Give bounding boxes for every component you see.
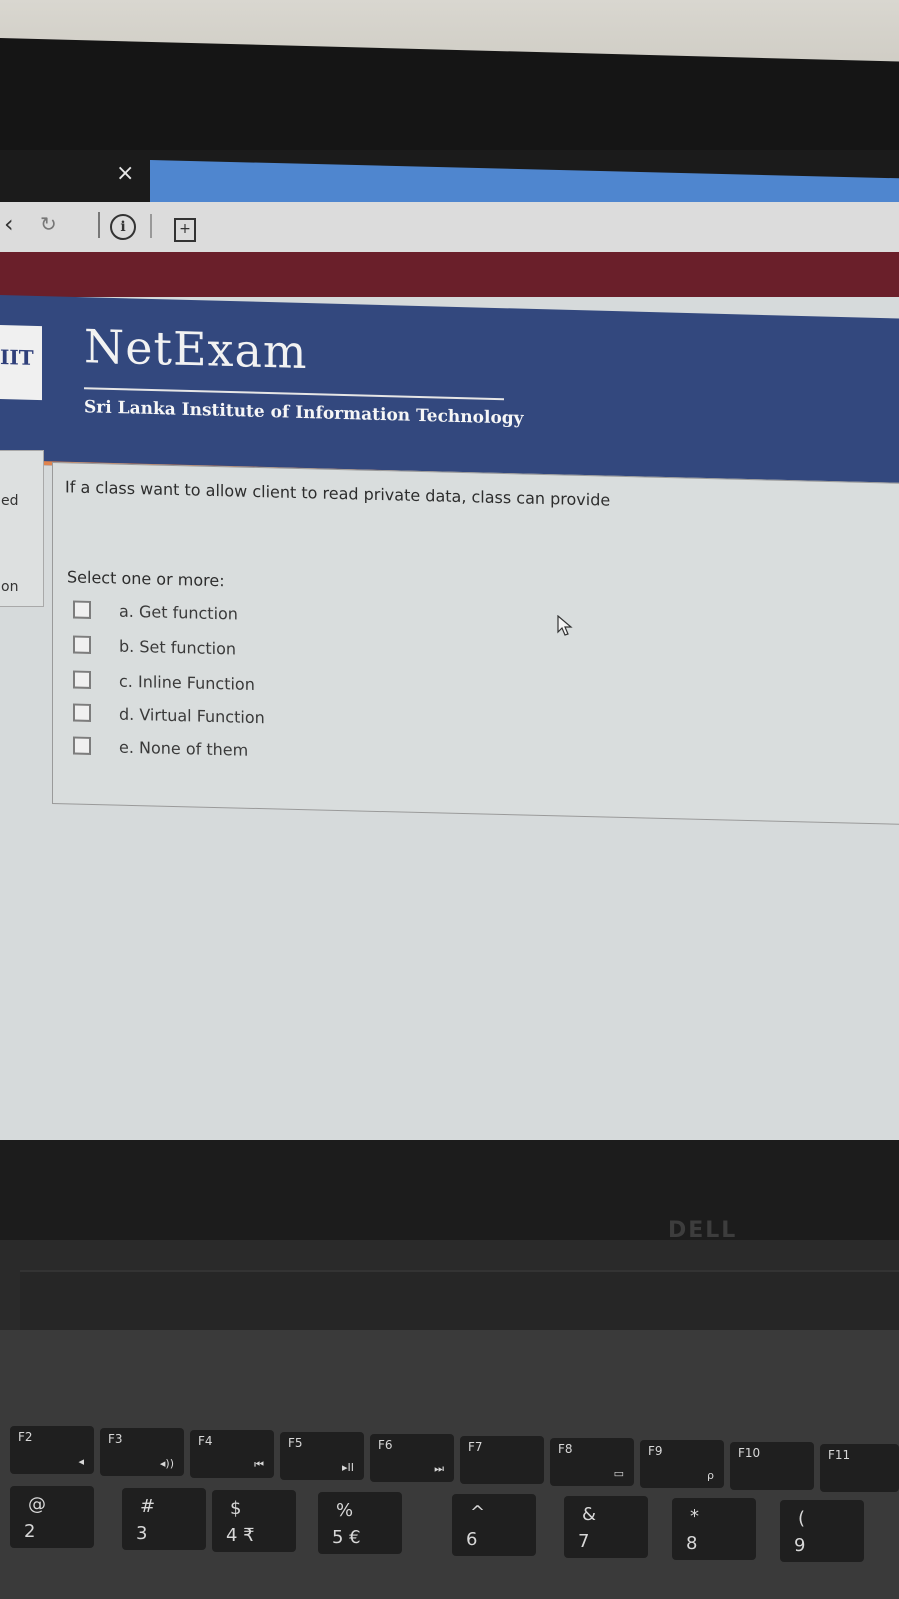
browser-tab-strip: ×	[0, 150, 899, 221]
answer-checkbox[interactable]	[73, 600, 91, 619]
key-label: F5	[288, 1436, 303, 1450]
key-symbol: @	[28, 1494, 46, 1515]
dell-logo: DELL	[668, 1218, 738, 1243]
answer-option-c[interactable]: c. Inline Function	[73, 668, 255, 696]
key-digit: 8	[686, 1533, 698, 1554]
answer-checkbox[interactable]	[73, 670, 91, 689]
key-9[interactable]: (9	[780, 1500, 864, 1562]
key-label: F2	[18, 1430, 33, 1444]
key-f11[interactable]: F11	[820, 1444, 899, 1492]
key-label: F8	[558, 1442, 573, 1456]
question-flag-label[interactable]: on	[1, 579, 18, 595]
toolbar-divider	[98, 212, 100, 238]
key-8[interactable]: * 8	[672, 1498, 756, 1560]
site-title: NetExam	[84, 319, 308, 380]
page-action-icon[interactable]: +	[174, 218, 196, 242]
key-symbol: (	[798, 1508, 806, 1529]
answer-option-e[interactable]: e. None of them	[73, 734, 248, 762]
key-label: F10	[738, 1446, 761, 1460]
laptop-screen: × ‹ ↻ i + IIT NetExam Sri Lanka Institut…	[0, 150, 899, 1150]
key-7[interactable]: & 7	[564, 1496, 648, 1558]
key-digit: 7	[578, 1531, 590, 1552]
answer-label: b. Set function	[119, 636, 237, 658]
answer-option-b[interactable]: b. Set function	[73, 633, 236, 661]
key-symbol: *	[690, 1506, 699, 1527]
select-prompt: Select one or more:	[67, 567, 225, 591]
previous-track-icon: ⏮	[254, 1458, 264, 1471]
key-f2[interactable]: F2 ◂	[10, 1426, 94, 1474]
key-2[interactable]: @2	[10, 1486, 94, 1548]
tab-close-icon[interactable]: ×	[116, 162, 134, 186]
logo-text: IIT	[0, 345, 34, 370]
answer-label: a. Get function	[119, 601, 238, 624]
volume-icon: ◂))	[159, 1457, 174, 1470]
key-4[interactable]: $4 ₹	[212, 1490, 296, 1552]
key-3[interactable]: #3	[122, 1488, 206, 1550]
browser-toolbar: ‹ ↻ i +	[0, 202, 899, 252]
key-label: F4	[198, 1434, 213, 1448]
key-label: F11	[828, 1448, 851, 1462]
key-digit: 4 ₹	[226, 1525, 255, 1546]
key-label: F6	[378, 1438, 393, 1452]
key-digit: 6	[466, 1529, 478, 1550]
key-f4[interactable]: F4 ⏮	[190, 1430, 274, 1478]
key-f8[interactable]: F8 ▭	[550, 1438, 634, 1486]
key-5[interactable]: % 5 €	[318, 1492, 402, 1554]
answer-option-a[interactable]: a. Get function	[73, 598, 238, 626]
reload-icon[interactable]: ↻	[40, 212, 57, 236]
key-symbol: &	[582, 1504, 597, 1525]
answer-label: d. Virtual Function	[119, 704, 265, 727]
volume-mute-icon: ◂	[78, 1455, 84, 1468]
answer-checkbox[interactable]	[73, 635, 91, 654]
answer-option-d[interactable]: d. Virtual Function	[73, 701, 265, 730]
key-label: F7	[468, 1440, 483, 1454]
key-digit: 2	[24, 1521, 36, 1542]
key-symbol: #	[140, 1496, 156, 1517]
back-icon[interactable]: ‹	[4, 210, 14, 238]
key-digit: 9	[794, 1535, 806, 1556]
key-symbol: $	[230, 1498, 242, 1519]
key-symbol: ^	[470, 1502, 486, 1523]
key-f5[interactable]: F5 ▸II	[280, 1432, 364, 1480]
question-info-panel: ed on	[0, 450, 44, 607]
key-f3[interactable]: F3 ◂))	[100, 1428, 184, 1476]
answer-label: e. None of them	[119, 737, 249, 760]
key-f9[interactable]: F9 ρ	[640, 1440, 724, 1488]
play-pause-icon: ▸II	[341, 1461, 354, 1474]
mouse-pointer-icon	[557, 615, 573, 636]
key-digit: 3	[136, 1523, 148, 1544]
key-6[interactable]: ^ 6	[452, 1494, 536, 1556]
answer-checkbox[interactable]	[73, 703, 91, 722]
keyboard-deck: F2 ◂ F3 ◂)) F4 ⏮ F5 ▸II F6 ⏭ F7 F8 ▭ F9 ρ F10 F…	[0, 1330, 899, 1599]
key-symbol: %	[336, 1500, 354, 1521]
key-label: F3	[108, 1432, 123, 1446]
key-label: F9	[648, 1444, 663, 1458]
question-status-label: ed	[1, 493, 19, 509]
display-switch-icon: ▭	[613, 1467, 624, 1480]
answer-checkbox[interactable]	[73, 736, 91, 755]
key-digit: 5 €	[332, 1527, 361, 1548]
laptop-hinge	[20, 1270, 899, 1332]
key-f10[interactable]: F10	[730, 1442, 814, 1490]
site-info-icon[interactable]: i	[110, 214, 136, 240]
key-f6[interactable]: F6 ⏭	[370, 1434, 454, 1482]
key-f7[interactable]: F7	[460, 1436, 544, 1484]
question-text: If a class want to allow client to read …	[65, 477, 611, 510]
laptop-bezel-bottom	[0, 1140, 899, 1240]
search-icon: ρ	[707, 1469, 714, 1482]
sliit-logo: IIT	[0, 325, 42, 401]
site-top-strip	[0, 252, 899, 297]
toolbar-divider	[150, 214, 152, 238]
question-card: If a class want to allow client to read …	[52, 462, 899, 827]
next-track-icon: ⏭	[434, 1462, 444, 1475]
site-subtitle: Sri Lanka Institute of Information Techn…	[84, 397, 524, 429]
answer-label: c. Inline Function	[119, 671, 255, 694]
site-header: IIT NetExam Sri Lanka Institute of Infor…	[0, 295, 899, 489]
